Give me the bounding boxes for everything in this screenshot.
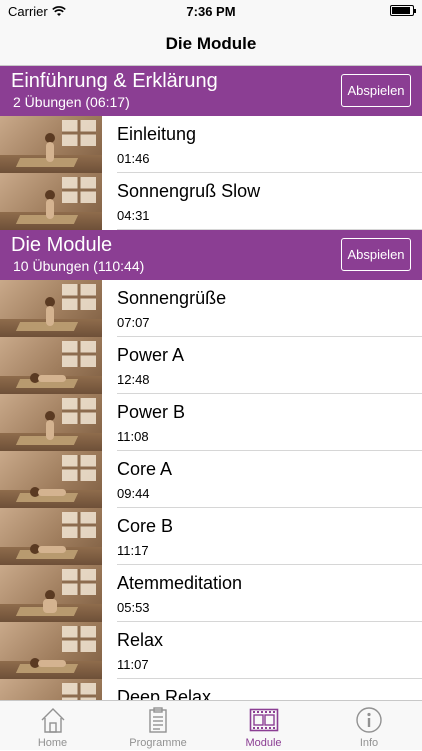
figure-body	[38, 489, 66, 496]
figure-body	[46, 306, 54, 326]
module-duration: 05:53	[117, 600, 150, 615]
tab-label: Module	[245, 737, 282, 749]
module-row[interactable]: Deep Relax	[0, 679, 422, 700]
tab-label: Info	[359, 737, 379, 749]
figure-body	[46, 199, 54, 219]
thumbnail-window	[62, 284, 96, 310]
play-section-button[interactable]: Abspielen	[341, 238, 411, 271]
module-duration: 09:44	[117, 486, 150, 501]
module-name: Atemmeditation	[117, 573, 243, 593]
thumbnail-window	[62, 455, 96, 481]
yoga-figure	[42, 133, 58, 163]
module-duration: 07:07	[117, 315, 150, 330]
status-bar: Carrier 7:36 PM	[0, 0, 422, 22]
figure-body	[38, 546, 66, 553]
thumbnail-window	[62, 341, 96, 367]
tab-label: Programme	[129, 737, 187, 749]
thumbnail-window	[62, 569, 96, 595]
clock: 7:36 PM	[186, 4, 236, 19]
clipboard-icon	[144, 706, 172, 739]
module-thumbnail	[0, 394, 102, 451]
section-title: Einführung & Erklärung	[11, 70, 218, 92]
info-icon	[355, 706, 383, 739]
section-header: Einführung & Erklärung 2 Übungen (06:17) A…	[0, 66, 422, 116]
module-row[interactable]: Einleitung 01:46	[0, 116, 422, 173]
figure-body	[43, 599, 57, 613]
section-title: Die Module	[11, 234, 113, 256]
yoga-figure	[42, 411, 58, 441]
yoga-figure	[30, 372, 66, 384]
module-name: Relax	[117, 630, 164, 650]
module-name: Core B	[117, 516, 174, 536]
module-duration: 01:46	[117, 151, 150, 166]
module-name: Sonnengrüße	[117, 288, 227, 308]
figure-body	[46, 420, 54, 440]
play-section-button[interactable]: Abspielen	[341, 74, 411, 107]
module-name: Power B	[117, 402, 186, 422]
yoga-figure	[42, 190, 58, 220]
module-name: Einleitung	[117, 124, 197, 144]
thumbnail-window	[62, 512, 96, 538]
tab-bar: Home Programme Module Info	[0, 700, 422, 750]
module-thumbnail	[0, 451, 102, 508]
yoga-figure	[42, 590, 58, 614]
module-row[interactable]: Power A 12:48	[0, 337, 422, 394]
module-thumbnail	[0, 337, 102, 394]
battery-level-fill	[392, 7, 411, 14]
thumbnail-window	[62, 626, 96, 652]
module-row[interactable]: Sonnengrüße 07:07	[0, 280, 422, 337]
module-thumbnail	[0, 679, 102, 700]
section-subtitle: 10 Übungen (110:44)	[13, 258, 145, 274]
section-subtitle: 2 Übungen (06:17)	[13, 94, 130, 110]
module-thumbnail	[0, 622, 102, 679]
tab-label: Home	[37, 737, 68, 749]
module-thumbnail	[0, 173, 102, 230]
navigation-bar: Die Module	[0, 22, 422, 66]
thumbnail-window	[62, 177, 96, 203]
figure-body	[38, 375, 66, 382]
module-name: Core A	[117, 459, 173, 479]
module-thumbnail	[0, 508, 102, 565]
module-thumbnail	[0, 280, 102, 337]
house-icon	[39, 706, 67, 739]
tab-info[interactable]: Info	[317, 701, 422, 751]
module-name: Power A	[117, 345, 185, 365]
thumbnail-window	[62, 398, 96, 424]
module-duration: 11:08	[117, 429, 149, 444]
module-row[interactable]: Relax 11:07	[0, 622, 422, 679]
module-row[interactable]: Atemmeditation 05:53	[0, 565, 422, 622]
yoga-figure	[30, 543, 66, 555]
module-duration: 11:07	[117, 657, 149, 672]
module-duration: 11:17	[117, 543, 149, 558]
module-duration: 12:48	[117, 372, 150, 387]
module-row[interactable]: Power B 11:08	[0, 394, 422, 451]
module-row[interactable]: Core A 09:44	[0, 451, 422, 508]
section-header: Die Module 10 Übungen (110:44) Abspielen	[0, 230, 422, 280]
page-title: Die Module	[165, 34, 257, 53]
film-icon	[249, 706, 279, 739]
thumbnail-window	[62, 683, 96, 700]
figure-body	[38, 660, 66, 667]
tab-programme[interactable]: Programme	[106, 701, 211, 751]
module-name: Deep Relax	[117, 687, 212, 700]
module-thumbnail	[0, 116, 102, 173]
module-list[interactable]: Einführung & Erklärung 2 Übungen (06:17) A…	[0, 66, 422, 700]
thumbnail-window	[62, 120, 96, 146]
figure-body	[46, 142, 54, 162]
yoga-figure	[30, 486, 66, 498]
module-thumbnail	[0, 565, 102, 622]
module-row[interactable]: Sonnengruß Slow 04:31	[0, 173, 422, 230]
yoga-figure	[30, 657, 66, 669]
tab-home[interactable]: Home	[0, 701, 105, 751]
tab-module[interactable]: Module	[211, 701, 316, 751]
module-name: Sonnengruß Slow	[117, 181, 261, 201]
module-duration: 04:31	[117, 208, 150, 223]
yoga-figure	[42, 297, 58, 327]
battery-icon	[390, 5, 416, 16]
module-row[interactable]: Core B 11:17	[0, 508, 422, 565]
